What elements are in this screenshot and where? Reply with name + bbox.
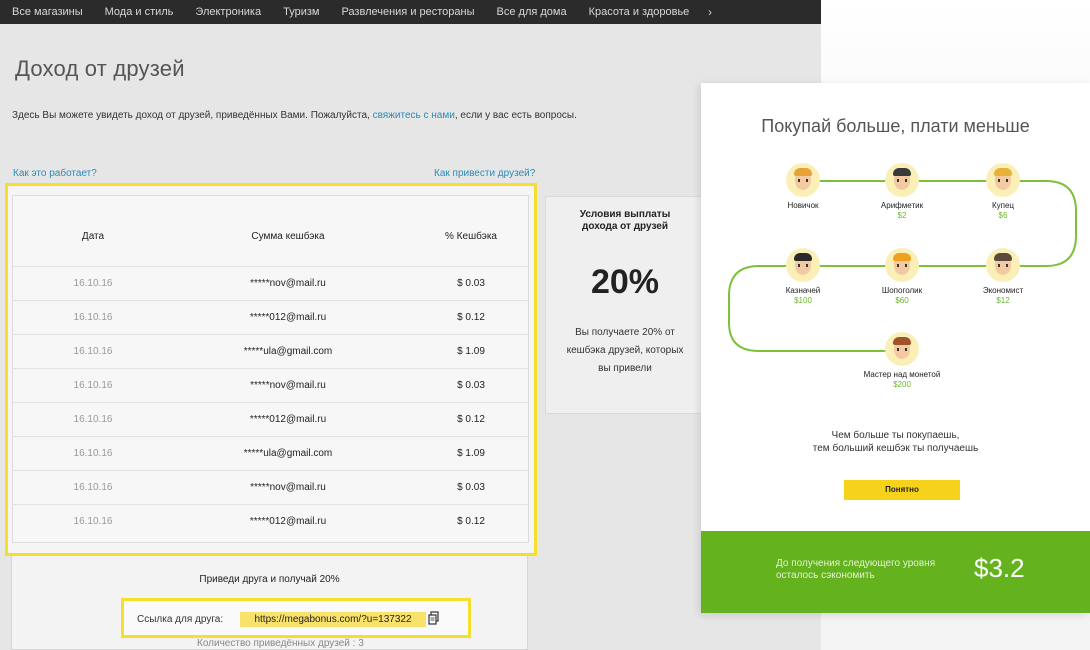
row-date: 16.10.16 [73,312,113,323]
conditions-percent: 20% [590,263,660,301]
table-header-date: Дата [81,231,105,242]
nav-item-beauty[interactable]: Красота и здоровье [578,6,701,18]
nav-item-tourism[interactable]: Туризм [272,6,330,18]
table-row: 16.10.16 *****012@mail.ru $ 0.12 [13,402,528,436]
level-amount: $200 [893,380,911,389]
level-name: Мастер над монетой [863,370,941,379]
row-email: *****nov@mail.ru [250,482,326,493]
how-to-invite-link[interactable]: Как привести друзей? [434,168,535,179]
next-level-text-line2: осталось сэкономить [776,570,875,581]
nav-item-home[interactable]: Все для дома [486,6,578,18]
conditions-text: Вы получаете 20% от кешбэка друзей, кото… [566,327,684,374]
intro-text-start: Здесь Вы можете увидеть доход от друзей,… [12,110,373,121]
levels-modal: Покупай больше, плати меньше Новичок Ари… [701,83,1090,613]
level-name: Экономист [982,286,1024,295]
payout-conditions-card: Условия выплаты дохода от друзей 20% Вы … [545,196,705,414]
modal-description-line1: Чем больше ты покупаешь, [831,430,960,441]
row-amount: $ 0.03 [457,278,485,289]
table-row: 16.10.16 *****ula@gmail.com $ 1.09 [13,334,528,368]
modal-description-line2: тем больший кешбэк ты получаешь [812,443,979,454]
table-row: 16.10.16 *****nov@mail.ru $ 0.03 [13,470,528,504]
merchant-avatar-icon [986,163,1020,197]
arithmetician-avatar-icon [885,163,919,197]
invite-title: Приведи друга и получай 20% [199,574,340,585]
row-amount: $ 1.09 [457,448,485,459]
level-amount: $12 [996,296,1010,305]
row-email: *****ula@gmail.com [243,346,333,357]
row-amount: $ 1.09 [457,346,485,357]
economist-avatar-icon [986,248,1020,282]
intro-text-end: , если у вас есть вопросы. [454,110,577,121]
contact-us-link[interactable]: свяжитесь с нами [373,110,455,121]
table-row: 16.10.16 *****nov@mail.ru $ 0.03 [13,368,528,402]
friends-count: Количество приведённых друзей : 3 [197,638,364,649]
row-date: 16.10.16 [73,482,113,493]
level-merchant: Купец $6 [943,163,1063,220]
next-level-text: До получения следующего уровня осталось … [776,558,935,582]
cashback-table: Дата Сумма кешбэка % Кешбэка 16.10.16 **… [12,195,529,543]
row-amount: $ 0.03 [457,380,485,391]
treasurer-avatar-icon [786,248,820,282]
level-amount: $6 [998,211,1008,220]
row-date: 16.10.16 [73,380,113,391]
row-date: 16.10.16 [73,278,113,289]
nav-item-fashion[interactable]: Мода и стиль [94,6,185,18]
novice-avatar-icon [786,163,820,197]
copy-icon[interactable] [428,611,440,625]
table-row: 16.10.16 *****012@mail.ru $ 0.12 [13,300,528,334]
next-level-amount: $3.2 [974,553,1025,583]
row-amount: $ 0.12 [457,414,485,425]
table-row: 16.10.16 *****nov@mail.ru $ 0.03 [13,266,528,300]
table-header-percent: % Кешбэка [445,231,497,242]
row-amount: $ 0.03 [457,482,485,493]
page-title: Доход от друзей [15,56,185,81]
row-email: *****012@mail.ru [249,516,327,527]
cashback-table-highlight: Дата Сумма кешбэка % Кешбэка 16.10.16 **… [5,183,537,556]
row-email: *****ula@gmail.com [243,448,333,459]
referral-link-field[interactable]: https://megabonus.com/?u=137322 [240,612,426,627]
row-email: *****012@mail.ru [249,414,327,425]
level-name: Купец [991,201,1015,210]
row-date: 16.10.16 [73,516,113,527]
row-amount: $ 0.12 [457,312,485,323]
conditions-title: Условия выплаты дохода от друзей [579,209,671,232]
row-date: 16.10.16 [73,346,113,357]
table-row: 16.10.16 *****012@mail.ru $ 0.12 [13,504,528,538]
background-page: Все магазины Мода и стиль Электроника Ту… [0,0,821,650]
next-level-text-line1: До получения следующего уровня [776,558,936,569]
ok-button[interactable]: Понятно [844,480,960,500]
referral-link-box: Ссылка для друга: https://megabonus.com/… [121,598,471,638]
row-date: 16.10.16 [73,448,113,459]
shopaholic-avatar-icon [885,248,919,282]
level-coin-master: Мастер над монетой $200 [842,332,962,389]
row-email: *****012@mail.ru [249,312,327,323]
row-date: 16.10.16 [73,414,113,425]
nav-next-arrow-icon[interactable]: › [708,5,712,19]
table-row: 16.10.16 *****ula@gmail.com $ 1.09 [13,436,528,470]
intro-text: Здесь Вы можете увидеть доход от друзей,… [12,110,577,121]
top-navigation: Все магазины Мода и стиль Электроника Ту… [0,0,821,24]
row-email: *****nov@mail.ru [250,278,326,289]
how-it-works-link[interactable]: Как это работает? [13,168,97,179]
modal-description: Чем больше ты покупаешь, тем больший кеш… [701,429,1090,455]
coin-master-avatar-icon [885,332,919,366]
next-level-footer: До получения следующего уровня осталось … [701,531,1090,613]
nav-item-electronics[interactable]: Электроника [184,6,272,18]
referral-link-label: Ссылка для друга: [137,614,224,625]
row-email: *****nov@mail.ru [250,380,326,391]
nav-item-all-stores[interactable]: Все магазины [0,6,94,18]
row-amount: $ 0.12 [457,516,485,527]
nav-item-entertainment[interactable]: Развлечения и рестораны [330,6,485,18]
table-header-sum: Сумма кешбэка [251,231,325,242]
level-economist: Экономист $12 [943,248,1063,305]
